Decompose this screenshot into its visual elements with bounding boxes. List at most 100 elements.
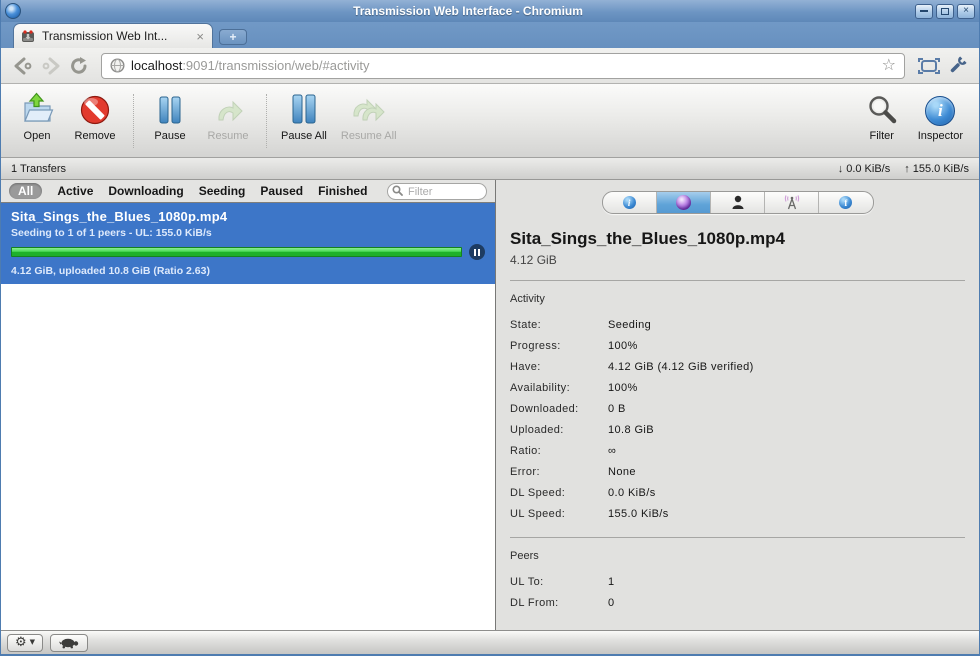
down-arrow-icon: ↓ xyxy=(837,162,844,175)
open-label: Open xyxy=(23,130,51,142)
detail-label: Downloaded: xyxy=(510,402,579,415)
resume-all-label: Resume All xyxy=(340,130,397,142)
filter-tab-seeding[interactable]: Seeding xyxy=(199,184,246,198)
inspector-tab-info[interactable]: i xyxy=(603,192,657,213)
detail-label: Have: xyxy=(510,360,541,373)
inspector-pane: i f Sita_Sings_the_Blues_1080p.mp4 4.12 … xyxy=(496,180,979,630)
detail-value: 100% xyxy=(608,381,638,394)
transmission-favicon xyxy=(22,30,34,42)
detail-row: UL Speed: 155.0 KiB/s xyxy=(510,503,965,524)
filter-tab-active[interactable]: Active xyxy=(57,184,93,198)
inspector-button[interactable]: i Inspector xyxy=(918,92,963,142)
upload-speed: ↑ 155.0 KiB/s xyxy=(904,163,969,175)
inspector-icon: i xyxy=(925,92,956,126)
peers-heading: Peers xyxy=(510,550,539,562)
settings-menu-button[interactable] xyxy=(943,53,971,79)
resize-page-button[interactable] xyxy=(915,53,943,79)
resume-all-button[interactable]: Resume All xyxy=(341,92,397,142)
pause-icon xyxy=(157,92,183,126)
transmission-toolbar: Open Remove Pause Resume Pause All Resum… xyxy=(1,84,979,158)
detail-row: Have: 4.12 GiB (4.12 GiB verified) xyxy=(510,356,965,377)
torrent-pause-button[interactable] xyxy=(469,244,485,260)
maximize-icon xyxy=(941,7,949,15)
open-folder-icon xyxy=(19,92,55,126)
detail-value: 10.8 GiB xyxy=(608,423,655,436)
detail-label: Progress: xyxy=(510,339,561,352)
pause-all-label: Pause All xyxy=(281,130,327,142)
close-icon: × xyxy=(963,5,969,16)
remove-button[interactable]: Remove xyxy=(73,92,117,142)
detail-row: Downloaded: 0 B xyxy=(510,398,965,419)
detail-label: State: xyxy=(510,318,542,331)
toolbar-separator xyxy=(266,94,267,148)
torrent-details-line: 4.12 GiB, uploaded 10.8 GiB (Ratio 2.63) xyxy=(11,265,210,277)
detail-row: UL To: 1 xyxy=(510,571,965,592)
reload-icon xyxy=(71,56,87,74)
peers-rows: UL To: 1 DL From: 0 xyxy=(510,571,965,613)
filter-tab-finished[interactable]: Finished xyxy=(318,184,367,198)
filter-magnifier-icon xyxy=(866,92,898,126)
wrench-icon xyxy=(950,55,967,72)
activity-globe-icon xyxy=(675,195,691,210)
filter-tab-all[interactable]: All xyxy=(9,183,43,199)
inspector-tab-tracker[interactable] xyxy=(765,192,820,213)
detail-row: DL Speed: 0.0 KiB/s xyxy=(510,482,965,503)
new-tab-icon: + xyxy=(229,30,237,44)
address-bar[interactable]: localhost:9091/transmission/web/#activit… xyxy=(101,52,905,79)
torrent-row[interactable]: Sita_Sings_the_Blues_1080p.mp4 Seeding t… xyxy=(1,203,495,284)
divider xyxy=(510,537,965,538)
bookmark-star-icon[interactable]: ☆ xyxy=(882,57,896,74)
pause-all-button[interactable]: Pause All xyxy=(281,92,327,142)
minimize-button[interactable] xyxy=(915,3,933,19)
inspector-tab-peers[interactable] xyxy=(711,192,766,213)
detail-row: Availability: 100% xyxy=(510,377,965,398)
filter-label: Filter xyxy=(869,130,894,142)
url-path: :9091/transmission/web/#activity xyxy=(182,58,370,73)
inspector-tab-files[interactable]: f xyxy=(819,192,872,213)
divider xyxy=(510,280,965,281)
close-button[interactable]: × xyxy=(957,3,975,19)
inspector-title: Sita_Sings_the_Blues_1080p.mp4 xyxy=(510,229,785,248)
detail-value: 100% xyxy=(608,339,638,352)
download-speed: ↓ 0.0 KiB/s xyxy=(838,163,891,175)
filter-tab-downloading[interactable]: Downloading xyxy=(108,184,183,198)
open-button[interactable]: Open xyxy=(15,92,59,142)
inspector-tab-activity[interactable] xyxy=(656,192,711,213)
activity-heading: Activity xyxy=(510,293,545,305)
back-button[interactable] xyxy=(9,53,37,79)
window-title: Transmission Web Interface - Chromium xyxy=(353,4,583,18)
torrent-status-line: Seeding to 1 of 1 peers - UL: 155.0 KiB/… xyxy=(11,227,212,239)
new-tab-button[interactable]: + xyxy=(219,29,247,45)
info-letter: i xyxy=(938,101,943,120)
detail-row: DL From: 0 xyxy=(510,592,965,613)
url-host: localhost xyxy=(131,58,183,73)
resume-button[interactable]: Resume xyxy=(206,92,250,142)
detail-value: 1 xyxy=(608,575,615,588)
upload-speed-value: 155.0 KiB/s xyxy=(912,162,969,175)
torrent-name: Sita_Sings_the_Blues_1080p.mp4 xyxy=(11,209,228,224)
caret-down-icon: ▼ xyxy=(29,638,36,646)
tab-close-icon[interactable]: × xyxy=(194,30,206,43)
resume-label: Resume xyxy=(207,130,249,142)
filter-button[interactable]: Filter xyxy=(860,92,904,142)
detail-row: Ratio: ∞ xyxy=(510,440,965,461)
forward-button[interactable] xyxy=(37,53,65,79)
activity-rows: State: Seeding Progress: 100% Have: 4.12 Gi… xyxy=(510,314,965,524)
settings-gear-button[interactable]: ⚙ ▼ xyxy=(7,633,44,652)
detail-label: Ratio: xyxy=(510,444,542,457)
detail-row: State: Seeding xyxy=(510,314,965,335)
reload-button[interactable] xyxy=(65,53,93,79)
back-icon xyxy=(14,57,32,74)
up-arrow-icon: ↑ xyxy=(904,162,910,175)
transfer-statusbar: 1 Transfers ↓ 0.0 KiB/s ↑ 155.0 KiB/s xyxy=(1,158,979,180)
filter-tab-paused[interactable]: Paused xyxy=(260,184,303,198)
browser-tab[interactable]: Transmission Web Int... × xyxy=(13,23,213,48)
info-icon: i xyxy=(622,196,636,209)
remove-icon xyxy=(79,92,111,126)
maximize-button[interactable] xyxy=(936,3,954,19)
alt-speed-turtle-button[interactable] xyxy=(50,633,89,652)
forward-icon xyxy=(42,57,60,74)
detail-value: 0.0 KiB/s xyxy=(608,486,656,499)
url-text: localhost:9091/transmission/web/#activit… xyxy=(131,58,876,73)
pause-button[interactable]: Pause xyxy=(148,92,192,142)
